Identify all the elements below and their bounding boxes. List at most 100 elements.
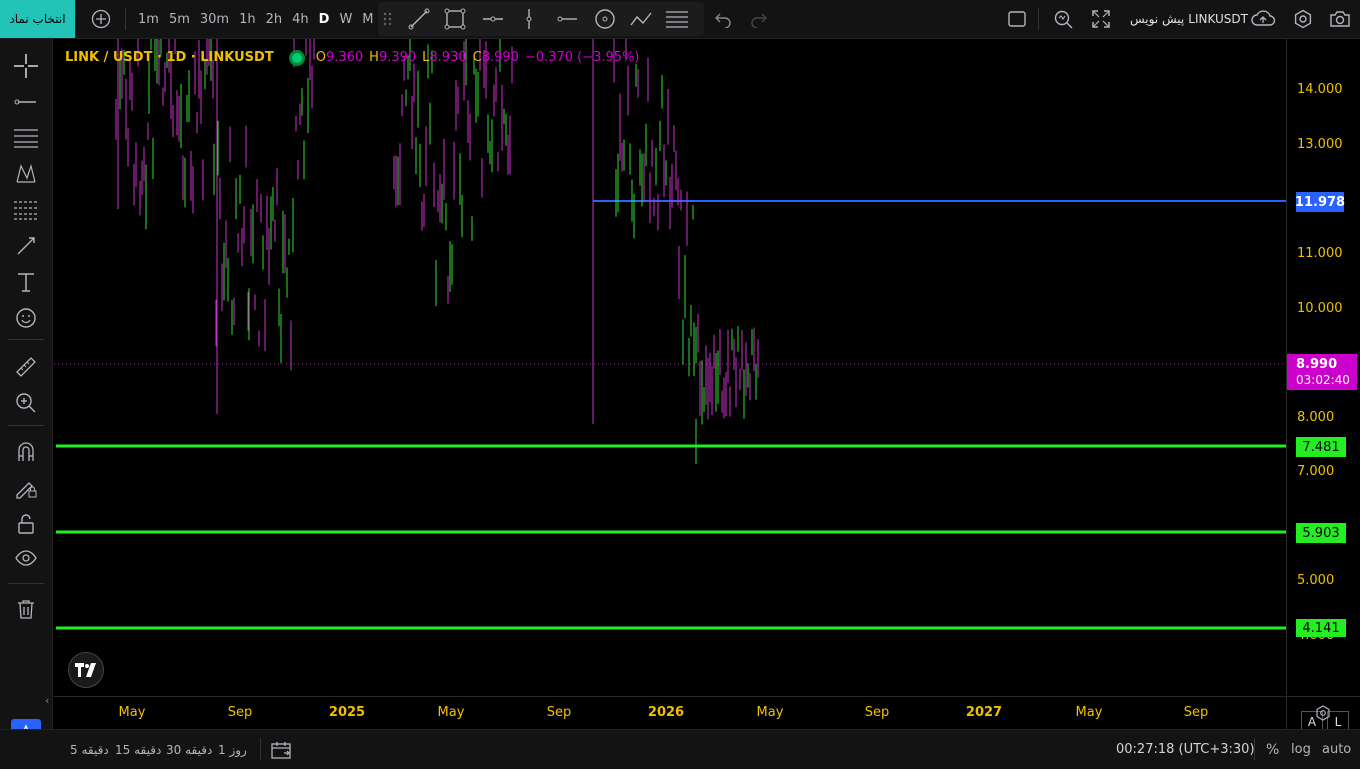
green-line-price-badge: 7.481 — [1296, 437, 1346, 457]
remove-drawings-tool[interactable] — [11, 594, 41, 624]
xabcd-pattern-icon — [16, 163, 36, 183]
y-tick: 11.000 — [1297, 246, 1343, 261]
timeframe-w[interactable]: W — [334, 12, 357, 27]
hide-drawings-tool[interactable] — [11, 543, 41, 573]
bottom-toolbar: دقیقه 5 دقیقه 15 دقیقه 30 روز 1 00:27:18… — [0, 729, 1360, 769]
square-icon — [1002, 4, 1032, 34]
save-cloud-button[interactable] — [1248, 0, 1278, 38]
circle-icon[interactable] — [590, 4, 620, 34]
pencil-lock-icon — [16, 482, 37, 499]
toolbar-divider — [8, 583, 44, 584]
range-30m[interactable]: دقیقه 30 — [166, 730, 212, 769]
unlock-icon — [18, 514, 34, 534]
zoom-in-icon — [16, 393, 36, 413]
symbol-info[interactable]: پیش نویس LINKUSDT — [1130, 0, 1248, 38]
top-toolbar: انتخاب نماد 1m 5m 30m 1h 2h 4h D W M پیش… — [0, 0, 1360, 39]
horizontal-ray-icon[interactable] — [552, 4, 582, 34]
auto-scale-toggle[interactable]: auto — [1322, 730, 1351, 769]
ruler-icon — [16, 357, 36, 377]
y-tick: 7.000 — [1297, 464, 1335, 479]
drag-handle-icon[interactable] — [378, 4, 398, 34]
timeframe-d[interactable]: D — [314, 12, 335, 27]
symbol-label: پیش نویس — [1130, 12, 1185, 26]
percent-scale-button[interactable]: % — [1266, 730, 1279, 769]
legend-low-label: L — [422, 50, 430, 65]
fib-retracement-icon — [14, 201, 38, 220]
cloud-upload-icon — [1248, 4, 1278, 34]
blue-line-price-badge: 11.978 — [1295, 192, 1345, 212]
timeframe-1h[interactable]: 1h — [234, 12, 261, 27]
trash-icon — [18, 600, 34, 619]
toolbar-divider — [1038, 8, 1039, 30]
y-tick: 10.000 — [1297, 301, 1343, 316]
trend-line-icon[interactable] — [404, 4, 434, 34]
timeframe-2h[interactable]: 2h — [261, 12, 288, 27]
horizontal-line-icon — [14, 99, 36, 105]
legend-title[interactable]: LINK / USDT · 1D · LINKUSDT — [65, 50, 274, 65]
magnet-tool[interactable] — [11, 437, 41, 467]
add-symbol-button[interactable] — [86, 0, 116, 38]
price-chart[interactable] — [54, 39, 1286, 695]
vertical-line-icon[interactable] — [514, 4, 544, 34]
x-tick: May — [1075, 705, 1103, 720]
market-status-dot-icon — [291, 52, 302, 63]
fib-lines-icon[interactable] — [662, 4, 692, 34]
redo-icon — [744, 4, 774, 34]
collapse-arrow-icon[interactable]: ‹ — [45, 694, 49, 707]
timeframe-30m[interactable]: 30m — [195, 12, 234, 27]
x-tick: May — [756, 705, 784, 720]
undo-button[interactable] — [708, 0, 738, 38]
symbol-search-button[interactable]: انتخاب نماد — [0, 0, 75, 38]
legend-open: 9.360 — [325, 50, 364, 65]
parallel-lines-icon — [14, 129, 38, 148]
legend-low: 8.930 — [429, 50, 467, 65]
rectangle-icon[interactable] — [440, 4, 470, 34]
brush-tool[interactable] — [11, 231, 41, 261]
zoom-tool[interactable] — [11, 388, 41, 418]
legend-close-label: C — [472, 50, 482, 65]
tradingview-logo-icon[interactable] — [68, 652, 104, 688]
snapshot-button[interactable] — [1325, 0, 1355, 38]
toolbar-divider — [125, 8, 126, 30]
x-tick: 2026 — [647, 705, 685, 720]
timeframe-1m[interactable]: 1m — [133, 12, 164, 27]
horizontal-line-icon[interactable] — [478, 4, 508, 34]
range-15m[interactable]: دقیقه 15 — [115, 730, 161, 769]
fullscreen-button[interactable] — [1086, 0, 1116, 38]
layout-button[interactable] — [1002, 0, 1032, 38]
measure-tool[interactable] — [11, 352, 41, 382]
crosshair-tool[interactable] — [11, 51, 41, 81]
redo-button[interactable] — [744, 0, 774, 38]
chart-settings-gear-icon[interactable] — [1315, 705, 1331, 725]
range-5m[interactable]: دقیقه 5 — [70, 730, 109, 769]
timeframe-4h[interactable]: 4h — [287, 12, 314, 27]
smiley-icon — [16, 308, 36, 328]
price-axis[interactable]: 14.000 13.000 11.000 10.000 8.000 7.000 … — [1286, 39, 1360, 733]
clock[interactable]: 00:27:18 (UTC+3:30) — [1116, 730, 1255, 769]
x-tick: May — [118, 705, 146, 720]
timeframe-m[interactable]: M — [357, 12, 378, 27]
path-icon[interactable] — [626, 4, 656, 34]
line-tool[interactable] — [11, 87, 41, 117]
fib-tool[interactable] — [11, 195, 41, 225]
green-line-price-badge: 4.141 — [1296, 619, 1346, 637]
parallel-lines-tool[interactable] — [11, 123, 41, 153]
legend-change: −0.370 (−3.95%) — [524, 50, 640, 65]
date-range-button[interactable] — [270, 730, 292, 769]
timeframe-5m[interactable]: 5m — [164, 12, 195, 27]
x-tick: Sep — [546, 705, 572, 720]
time-axis[interactable]: May Sep 2025 May Sep 2026 May Sep 2027 May Sep — [54, 696, 1286, 729]
lock-drawing-tool[interactable] — [11, 473, 41, 503]
chart-legend: LINK / USDT · 1D · LINKUSDT O 9.360 H 9.39… — [65, 50, 640, 65]
pattern-tool[interactable] — [11, 159, 41, 189]
indicators-button[interactable] — [1048, 0, 1078, 38]
settings-button[interactable] — [1288, 0, 1318, 38]
log-scale-toggle[interactable]: log — [1291, 730, 1311, 769]
text-tool[interactable] — [11, 267, 41, 297]
range-1d[interactable]: روز 1 — [218, 730, 247, 769]
lock-all-tool[interactable] — [11, 509, 41, 539]
bar-countdown: 03:02:40 — [1296, 373, 1350, 387]
x-tick: 2027 — [965, 705, 1003, 720]
emoji-tool[interactable] — [11, 303, 41, 333]
crosshair-icon — [14, 54, 38, 78]
